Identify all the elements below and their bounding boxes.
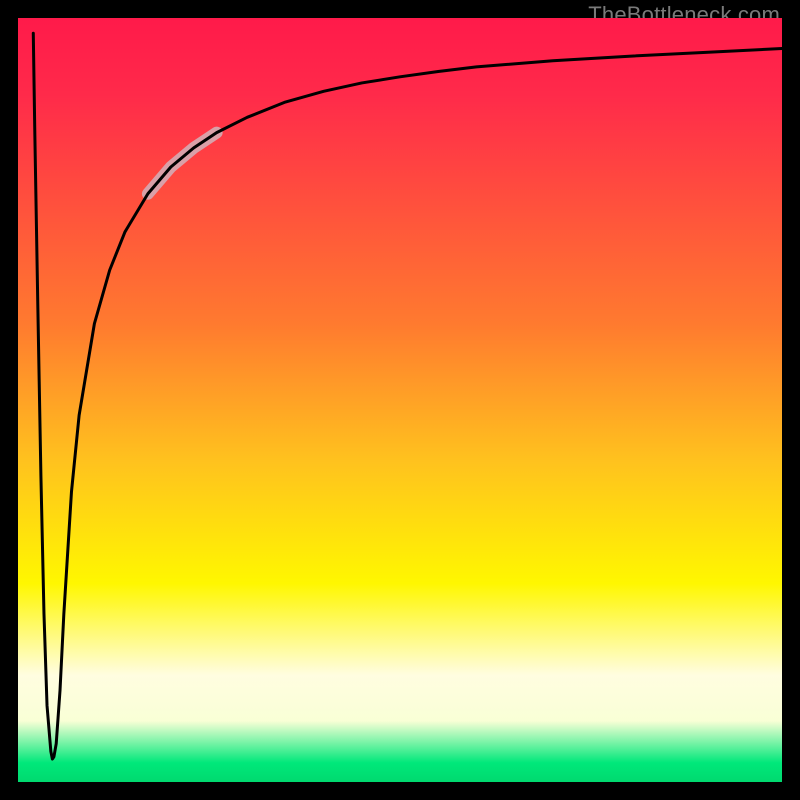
plot-area xyxy=(18,18,782,782)
chart-container: TheBottleneck.com xyxy=(0,0,800,800)
curve-layer xyxy=(18,18,782,782)
highlight-path xyxy=(148,133,217,194)
curve-path xyxy=(33,33,782,759)
